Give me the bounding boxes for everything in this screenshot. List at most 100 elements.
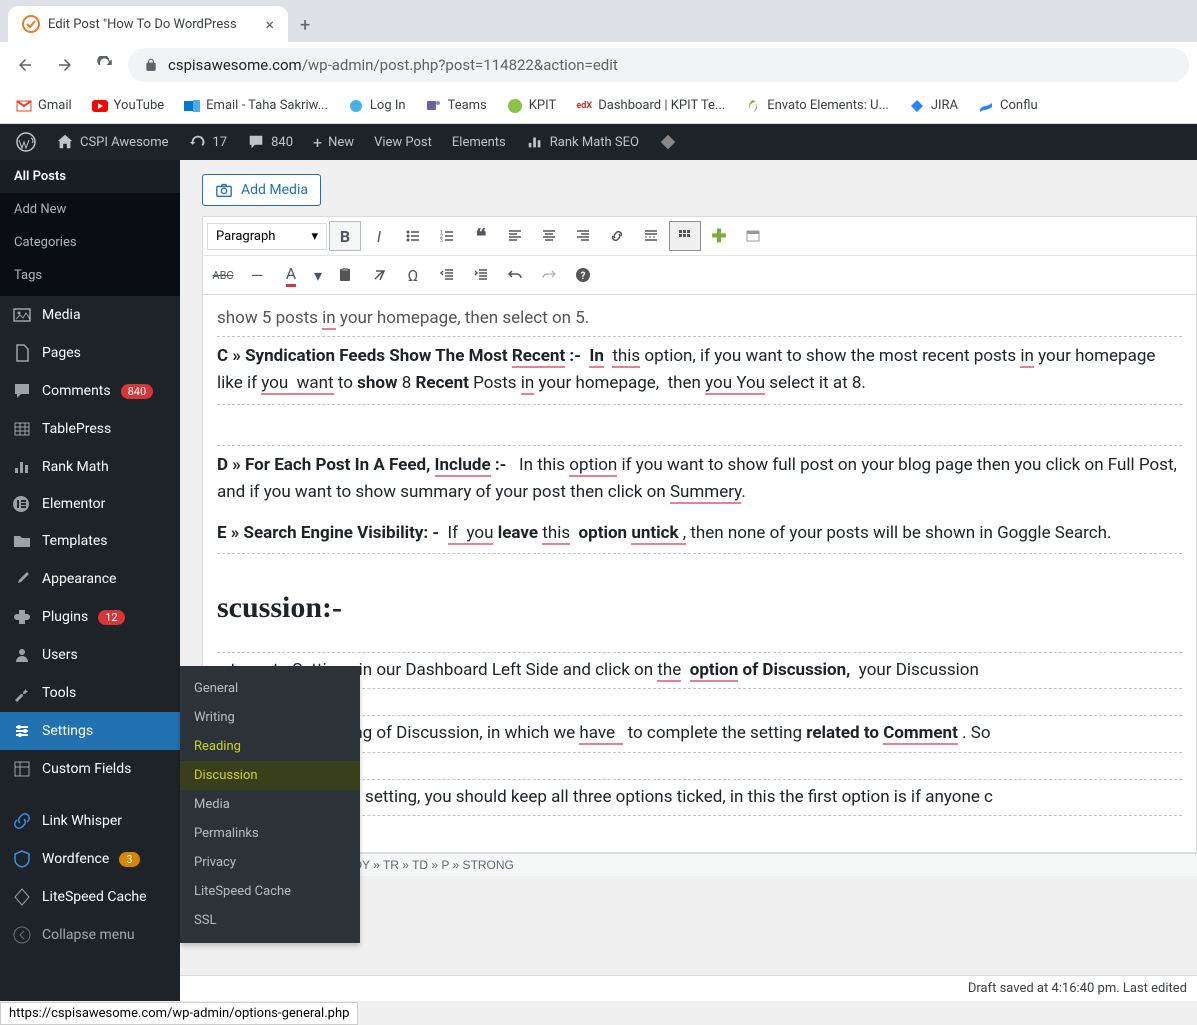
confluence-icon xyxy=(978,98,994,114)
bookmark-kpit[interactable]: KPIT xyxy=(499,94,564,118)
bold-button[interactable]: B xyxy=(329,221,361,251)
elements-link[interactable]: Elements xyxy=(442,124,516,160)
help-button[interactable]: ? xyxy=(567,260,599,290)
sidebar-item-media[interactable]: Media xyxy=(0,296,180,334)
flyout-permalinks[interactable]: Permalinks xyxy=(180,819,360,848)
wp-logo[interactable] xyxy=(6,124,46,160)
settings-submenu: General Writing Reading Discussion Media… xyxy=(180,666,360,943)
readmore-button[interactable] xyxy=(635,221,667,251)
sidebar-item-tablepress[interactable]: TablePress xyxy=(0,410,180,448)
outdent-button[interactable] xyxy=(431,260,463,290)
browser-status-url: https://cspisawesome.com/wp-admin/option… xyxy=(0,1002,358,1025)
bookmark-teams[interactable]: Teams xyxy=(418,94,495,118)
sidebar-item-litespeed[interactable]: LiteSpeed Cache xyxy=(0,878,180,916)
sidebar-item-comments[interactable]: Comments840 xyxy=(0,372,180,410)
sidebar-add-new[interactable]: Add New xyxy=(0,193,180,226)
login-icon xyxy=(348,98,364,114)
tab-close-icon[interactable]: × xyxy=(265,15,274,34)
wrench-icon xyxy=(12,683,32,703)
redo-button[interactable] xyxy=(533,260,565,290)
flyout-privacy[interactable]: Privacy xyxy=(180,848,360,877)
tab-strip: Edit Post "How To Do WordPress × + xyxy=(0,0,1197,42)
sidebar-all-posts[interactable]: All Posts xyxy=(0,160,180,193)
sidebar-item-pages[interactable]: Pages xyxy=(0,334,180,372)
wp-admin-bar: CSPI Awesome 17 840 +New View Post Eleme… xyxy=(0,124,1197,160)
text-color-dropdown[interactable]: ▾ xyxy=(309,260,327,290)
reload-button[interactable] xyxy=(88,48,122,82)
comment-icon xyxy=(247,133,265,151)
align-left-button[interactable] xyxy=(499,221,531,251)
bullet-list-button[interactable] xyxy=(397,221,429,251)
indent-button[interactable] xyxy=(465,260,497,290)
italic-button[interactable]: I xyxy=(363,221,395,251)
diamond-link[interactable] xyxy=(649,124,687,160)
undo-button[interactable] xyxy=(499,260,531,290)
sidebar-item-linkwhisper[interactable]: Link Whisper xyxy=(0,802,180,840)
sidebar-item-appearance[interactable]: Appearance xyxy=(0,560,180,598)
sidebar-item-templates[interactable]: Templates xyxy=(0,522,180,560)
forward-button[interactable] xyxy=(48,48,82,82)
sidebar-item-rankmath[interactable]: Rank Math xyxy=(0,448,180,486)
comments-link[interactable]: 840 xyxy=(237,124,303,160)
site-name-link[interactable]: CSPI Awesome xyxy=(46,124,179,160)
abc-strike-button[interactable]: ABC xyxy=(207,260,239,290)
new-content-link[interactable]: +New xyxy=(303,124,364,160)
bookmark-jira[interactable]: JIRA xyxy=(901,94,966,118)
quote-button[interactable]: ❝ xyxy=(465,221,497,251)
lock-icon xyxy=(144,58,158,72)
url-bar[interactable]: cspisawesome.com/wp-admin/post.php?post=… xyxy=(128,48,1189,82)
flyout-litespeed[interactable]: LiteSpeed Cache xyxy=(180,877,360,906)
number-list-button[interactable]: 123 xyxy=(431,221,463,251)
new-tab-button[interactable]: + xyxy=(288,9,322,42)
collapse-icon xyxy=(12,925,32,945)
clear-format-button[interactable] xyxy=(363,260,395,290)
sidebar-tags[interactable]: Tags xyxy=(0,259,180,292)
align-right-button[interactable] xyxy=(567,221,599,251)
brush-icon xyxy=(12,569,32,589)
link-button[interactable] xyxy=(601,221,633,251)
browser-tab[interactable]: Edit Post "How To Do WordPress × xyxy=(8,6,288,42)
svg-text:?: ? xyxy=(581,271,586,282)
update-icon xyxy=(189,133,207,151)
flyout-discussion[interactable]: Discussion xyxy=(180,761,360,790)
flyout-ssl[interactable]: SSL xyxy=(180,906,360,935)
sidebar-item-plugins[interactable]: Plugins12 xyxy=(0,598,180,636)
gmail-icon xyxy=(16,98,32,114)
plugin-count-badge: 12 xyxy=(98,610,124,625)
bookmark-youtube[interactable]: YouTube xyxy=(84,94,173,118)
sidebar-item-tools[interactable]: Tools xyxy=(0,674,180,712)
add-media-button[interactable]: Add Media xyxy=(202,174,321,206)
bookmark-outlook[interactable]: Email - Taha Sakriw... xyxy=(176,94,336,118)
outlook-icon xyxy=(184,98,200,114)
back-button[interactable] xyxy=(8,48,42,82)
flyout-reading[interactable]: Reading xyxy=(180,732,360,761)
sidebar-item-elementor[interactable]: Elementor xyxy=(0,486,180,522)
flyout-writing[interactable]: Writing xyxy=(180,703,360,732)
flyout-media[interactable]: Media xyxy=(180,790,360,819)
paste-text-button[interactable] xyxy=(329,260,361,290)
sidebar-item-users[interactable]: Users xyxy=(0,636,180,674)
sidebar-collapse[interactable]: Collapse menu xyxy=(0,916,180,954)
bookmark-envato[interactable]: Envato Elements: U... xyxy=(737,94,897,118)
bookmark-login[interactable]: Log In xyxy=(340,94,414,118)
insert-template-button[interactable] xyxy=(737,221,769,251)
bookmark-gmail[interactable]: Gmail xyxy=(8,94,80,118)
sidebar-item-custom-fields[interactable]: Custom Fields xyxy=(0,750,180,788)
updates-link[interactable]: 17 xyxy=(179,124,238,160)
format-select[interactable]: Paragraph▾ xyxy=(207,223,327,250)
add-block-button[interactable]: ✚ xyxy=(703,221,735,251)
special-char-button[interactable]: Ω xyxy=(397,260,429,290)
hr-button[interactable]: — xyxy=(241,260,273,290)
flyout-general[interactable]: General xyxy=(180,674,360,703)
bookmark-confluence[interactable]: Conflu xyxy=(970,94,1046,118)
rank-math-link[interactable]: Rank Math SEO xyxy=(516,124,649,160)
sidebar-item-settings[interactable]: Settings xyxy=(0,712,180,750)
text-color-button[interactable]: A xyxy=(275,260,307,290)
bookmark-dashboard[interactable]: edXDashboard | KPIT Te... xyxy=(568,94,733,118)
jira-icon xyxy=(909,98,925,114)
sidebar-item-wordfence[interactable]: Wordfence3 xyxy=(0,840,180,878)
align-center-button[interactable] xyxy=(533,221,565,251)
view-post-link[interactable]: View Post xyxy=(364,124,442,160)
toolbar-toggle-button[interactable] xyxy=(669,221,701,251)
sidebar-categories[interactable]: Categories xyxy=(0,226,180,259)
